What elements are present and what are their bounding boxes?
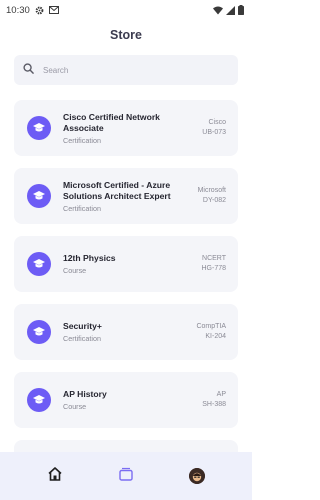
item-title: AP History — [63, 389, 107, 400]
nav-home[interactable] — [41, 462, 69, 490]
search-icon — [23, 61, 34, 79]
item-code: DY-082 — [202, 197, 226, 204]
nav-profile[interactable] — [183, 462, 211, 490]
graduation-cap-icon — [27, 116, 51, 140]
signal-icon — [226, 5, 235, 15]
item-title: 12th Physics — [63, 253, 116, 264]
graduation-cap-icon — [27, 252, 51, 276]
page-title: Store — [110, 28, 142, 42]
item-type: Certification — [63, 135, 101, 145]
search-input[interactable] — [43, 65, 213, 75]
item-provider: NCERT — [202, 254, 226, 262]
item-code: KI-204 — [205, 333, 226, 340]
graduation-cap-icon — [27, 388, 51, 412]
home-icon — [47, 466, 63, 487]
list-item[interactable]: Security+ Certification CompTIA KI-204 — [14, 304, 238, 360]
status-time: 10:30 — [6, 4, 30, 16]
list-item[interactable]: Cisco Certified Network Associate Certif… — [14, 100, 238, 156]
graduation-cap-icon — [27, 184, 51, 208]
item-code: HG-778 — [201, 265, 226, 272]
item-code: SH-388 — [202, 401, 226, 408]
item-type: Certification — [63, 203, 101, 213]
graduation-cap-icon — [27, 320, 51, 344]
item-title: Security+ — [63, 321, 102, 332]
item-title: Cisco Certified Network Associate — [63, 111, 160, 134]
bottom-nav — [0, 452, 252, 500]
list-item[interactable]: AP History Course AP SH-388 — [14, 372, 238, 428]
wifi-icon — [213, 6, 223, 15]
profile-avatar — [188, 468, 205, 484]
list-item[interactable]: Microsoft Certified - Azure Solutions Ar… — [14, 168, 238, 224]
nav-store[interactable] — [112, 462, 140, 490]
item-provider: Cisco — [208, 118, 226, 126]
battery-icon — [238, 5, 244, 15]
item-code: UB-073 — [202, 129, 226, 136]
mail-icon — [48, 6, 59, 14]
item-type: Course — [63, 265, 87, 275]
status-bar: 10:30 — [0, 0, 252, 20]
search-bar[interactable] — [14, 55, 238, 85]
list-item[interactable]: 12th Physics Course NCERT HG-778 — [14, 236, 238, 292]
store-icon — [118, 466, 134, 487]
item-type: Course — [63, 401, 87, 411]
settings-icon — [35, 6, 44, 15]
item-provider: AP — [216, 390, 226, 398]
item-type: Certification — [63, 333, 101, 343]
item-title: Microsoft Certified - Azure Solutions Ar… — [63, 179, 171, 202]
item-provider: Microsoft — [197, 186, 226, 194]
item-provider: CompTIA — [196, 322, 226, 330]
